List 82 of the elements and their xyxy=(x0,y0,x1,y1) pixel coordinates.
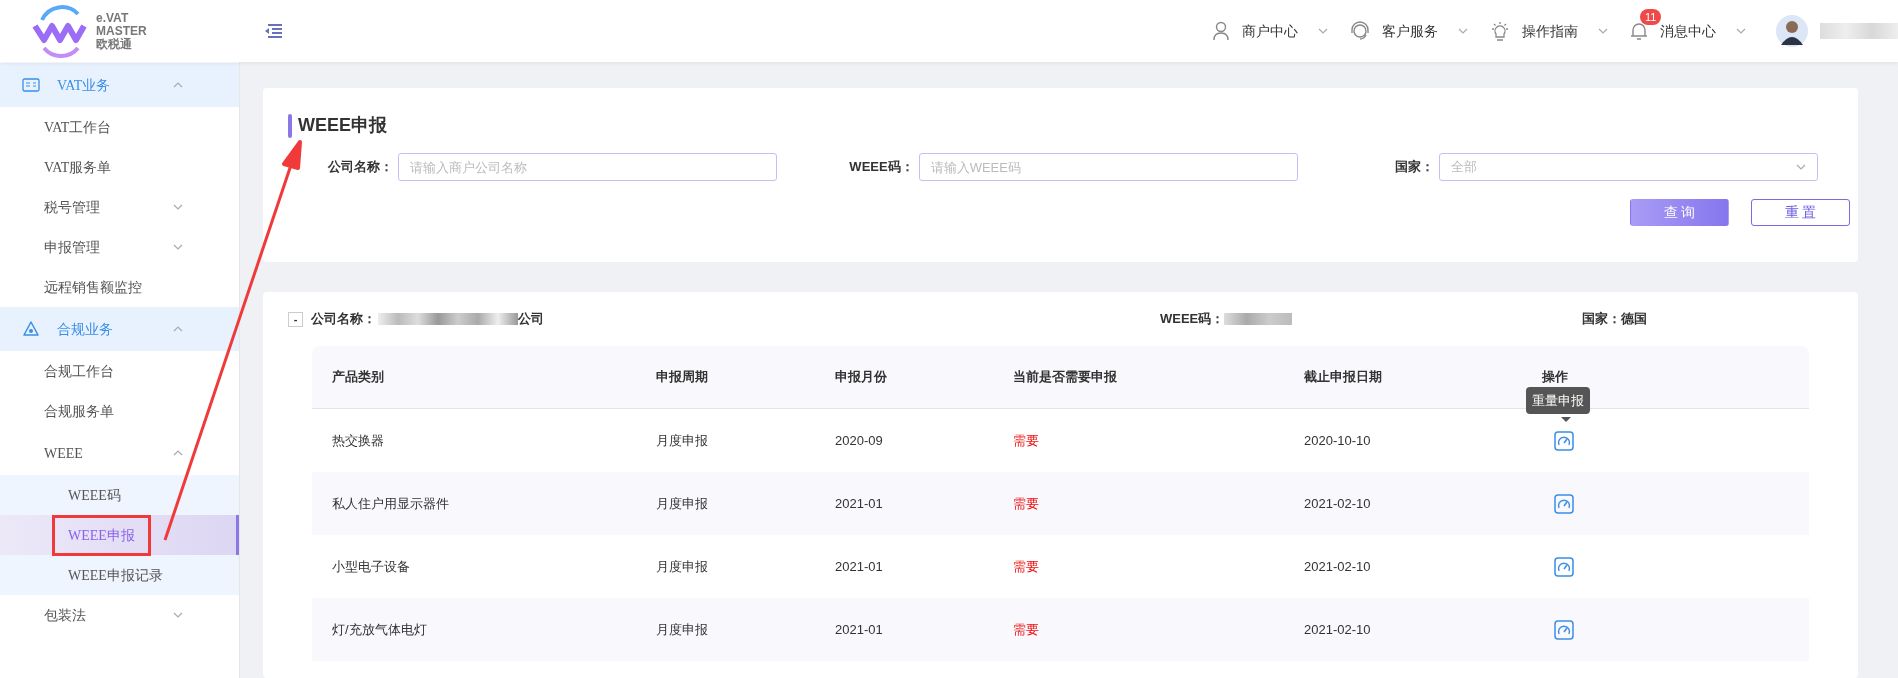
table-cell-text: 2021-01 xyxy=(835,494,884,513)
field-label: WEEE码： xyxy=(848,158,915,177)
column-header: 截止申报日期 xyxy=(1304,368,1383,387)
logo-text: MASTER xyxy=(96,24,147,38)
sidebar-item[interactable]: 申报管理 xyxy=(0,227,239,267)
blurred-weee-code xyxy=(1224,313,1293,325)
table-cell-text: 2020-10-10 xyxy=(1304,431,1372,450)
headset-icon xyxy=(1350,21,1370,41)
column-header: 操作 xyxy=(1542,368,1569,387)
column-header: 当前是否需要申报 xyxy=(1013,368,1118,387)
menu-label[interactable]: 消息中心 xyxy=(1660,20,1716,42)
table-cell-text: 需要 xyxy=(1013,620,1040,639)
chevron-icon xyxy=(1458,28,1468,34)
logo-text: 欧税通 xyxy=(96,37,133,51)
table-cell-text: 小型电子设备 xyxy=(332,557,411,576)
table-cell-text: 2021-02-10 xyxy=(1304,557,1372,576)
table-cell-text: 2021-02-10 xyxy=(1304,494,1372,513)
sidebar-item[interactable]: 合规服务单 xyxy=(0,391,239,431)
menu-label[interactable]: 客户服务 xyxy=(1382,20,1438,42)
sidebar-item[interactable]: 远程销售额监控 xyxy=(0,267,239,307)
country-text: 国家：德国 xyxy=(1582,310,1648,329)
user-icon xyxy=(1212,21,1230,41)
sidebar-item[interactable]: 税号管理 xyxy=(0,187,239,227)
company-label: 公司名称： xyxy=(311,310,376,329)
table-cell-text: 月度申报 xyxy=(656,431,709,450)
gauge-icon[interactable] xyxy=(1554,430,1574,451)
chevron-icon xyxy=(173,612,183,618)
menu-label[interactable]: 操作指南 xyxy=(1522,20,1578,42)
chevron-icon xyxy=(173,326,183,332)
table-cell-text: 月度申报 xyxy=(656,557,709,576)
dropdown-caret-icon xyxy=(1796,164,1807,170)
table-cell-text: 2021-01 xyxy=(835,620,884,639)
bell-icon xyxy=(1630,21,1648,41)
input-field[interactable]: 请输入WEEE码 xyxy=(918,153,1298,181)
gauge-icon[interactable] xyxy=(1554,493,1574,514)
menu-collapse-icon[interactable] xyxy=(264,23,282,39)
weee-code-label: WEEE码： xyxy=(1160,310,1225,329)
reset-button[interactable]: 重 置 xyxy=(1751,199,1850,226)
column-header: 产品类别 xyxy=(332,368,385,387)
id-card-icon xyxy=(22,78,40,92)
sidebar-item[interactable]: WEEE xyxy=(0,431,239,475)
chevron-icon xyxy=(173,244,183,250)
table-cell-text: 2021-02-10 xyxy=(1304,620,1372,639)
lightbulb-icon xyxy=(1490,21,1510,41)
company-suffix: 公司 xyxy=(518,310,544,329)
logo-icon xyxy=(32,4,90,58)
table-cell-text: 私人住户用显示器件 xyxy=(332,494,450,513)
logo-text: e.VAT xyxy=(96,11,130,25)
sidebar-item[interactable]: 包装法 xyxy=(0,595,239,635)
tooltip: 重量申报 xyxy=(1526,386,1590,414)
gauge-icon[interactable] xyxy=(1554,556,1574,577)
chevron-icon xyxy=(173,82,183,88)
table-cell-text: 2021-01 xyxy=(835,557,884,576)
sidebar-item[interactable]: VAT服务单 xyxy=(0,147,239,187)
chevron-icon xyxy=(173,204,183,210)
chevron-icon xyxy=(1598,28,1608,34)
input-field[interactable]: 请输入商户公司名称 xyxy=(398,153,777,181)
table-cell-text: 热交换器 xyxy=(332,431,385,450)
notification-badge: 11 xyxy=(1640,9,1662,25)
chevron-icon xyxy=(1736,28,1746,34)
collapse-toggle[interactable]: - xyxy=(288,311,303,327)
avatar[interactable] xyxy=(1776,15,1808,47)
chevron-icon xyxy=(1318,28,1328,34)
sidebar-item[interactable]: 合规工作台 xyxy=(0,351,239,391)
field-label: 公司名称： xyxy=(327,158,394,177)
gauge-icon[interactable] xyxy=(1554,619,1574,640)
column-header: 申报月份 xyxy=(835,368,888,387)
sidebar-item[interactable]: WEEE申报记录 xyxy=(0,555,239,595)
table-cell-text: 需要 xyxy=(1013,494,1040,513)
sidebar-item[interactable]: VAT工作台 xyxy=(0,107,239,147)
field-label: 国家： xyxy=(1394,158,1436,177)
sidebar-item[interactable]: WEEE码 xyxy=(0,475,239,515)
column-header: 申报周期 xyxy=(656,368,709,387)
table-cell-text: 需要 xyxy=(1013,431,1040,450)
table-cell-text: 需要 xyxy=(1013,557,1040,576)
table-cell-text: 月度申报 xyxy=(656,620,709,639)
menu-label[interactable]: 商户中心 xyxy=(1242,20,1298,42)
table-cell-text: 2020-09 xyxy=(835,431,884,450)
chevron-icon xyxy=(173,450,183,456)
table-cell-text: 灯/充放气体电灯 xyxy=(332,620,428,639)
table-cell-text: 月度申报 xyxy=(656,494,709,513)
page-title: WEEE申报 xyxy=(298,114,387,137)
